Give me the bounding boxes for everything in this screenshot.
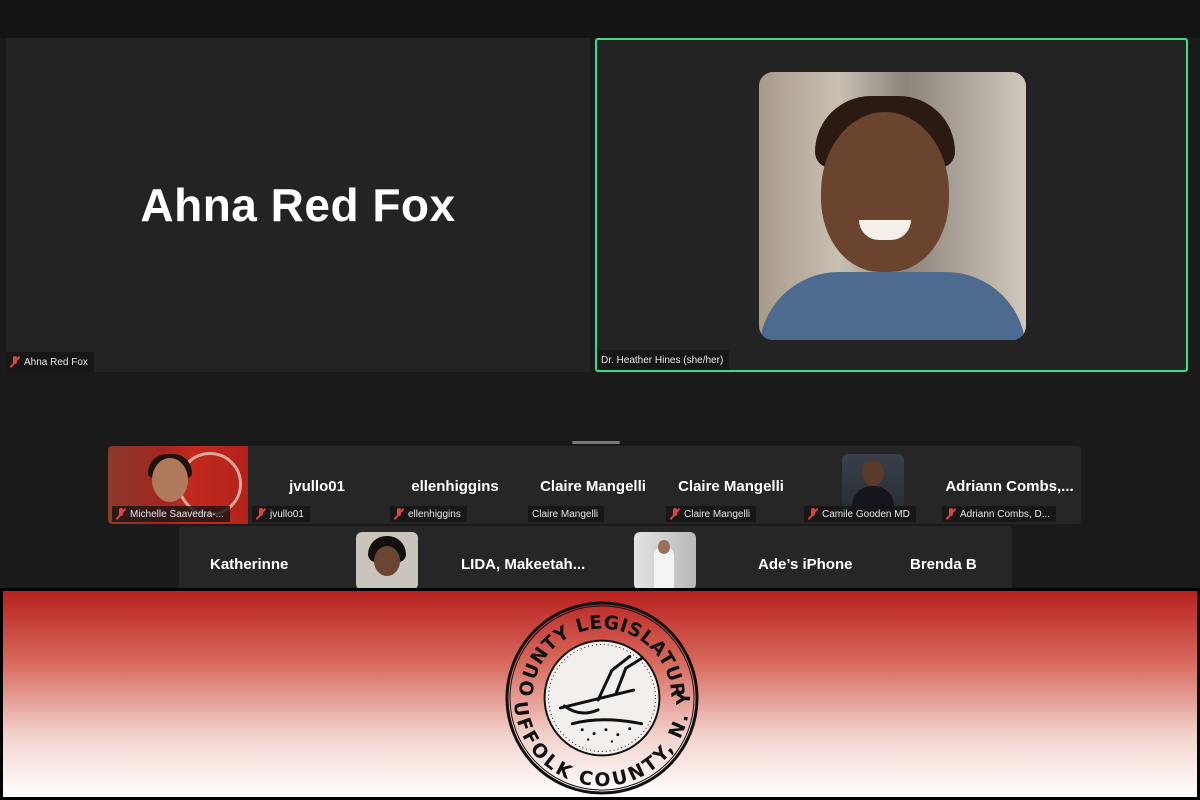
participant-display-name: Claire Mangelli	[678, 478, 784, 495]
participant-video-lida[interactable]	[356, 532, 418, 588]
participant-tag-label: Ahna Red Fox	[24, 356, 88, 368]
jacket-shape	[759, 272, 1026, 340]
video-tile-ahna[interactable]: Ahna Red Fox Ahna Red Fox	[6, 38, 590, 372]
participant-tag-label: ellenhiggins	[408, 508, 461, 520]
participant-display-name: Claire Mangelli	[540, 478, 646, 495]
participant-display-name: Ahna Red Fox	[140, 179, 456, 231]
participant-name-tag: ellenhiggins	[390, 506, 467, 522]
resize-handle[interactable]	[572, 441, 620, 444]
participant-name-tag: Camile Gooden MD	[804, 506, 916, 522]
participant-tag-label: jvullo01	[270, 508, 304, 520]
mic-muted-icon	[670, 508, 680, 520]
participant-tile-jvullo01[interactable]: jvullo01 jvullo01	[248, 446, 386, 524]
participant-tile-adriann-combs[interactable]: Adriann Combs,... Adriann Combs, D...	[938, 446, 1081, 524]
filmstrip-row-2: Katherinne LIDA, Makeetah... Ade’s iPhon…	[179, 526, 1012, 588]
participant-display-name: Adriann Combs,...	[945, 478, 1074, 495]
mic-muted-icon	[808, 508, 818, 520]
participant-tag-label: Dr. Heather Hines (she/her)	[601, 354, 724, 366]
participant-tile-claire-mangelli-2[interactable]: Claire Mangelli Claire Mangelli	[662, 446, 800, 524]
participant-tag-label: Claire Mangelli	[684, 508, 751, 520]
mic-muted-icon	[256, 508, 266, 520]
participant-display-name: jvullo01	[289, 478, 345, 495]
participant-tag-label: Adriann Combs, D...	[960, 508, 1051, 520]
video-tile-heather-active-speaker[interactable]: Dr. Heather Hines (she/her)	[595, 38, 1188, 372]
participant-tile-brenda-b[interactable]: Brenda B	[910, 556, 977, 573]
face-shape	[152, 458, 188, 502]
participant-tag-label: Claire Mangelli	[532, 508, 599, 520]
participant-tile-camile-gooden[interactable]: Camile Gooden MD	[800, 446, 938, 524]
participant-name-tag: Michelle Saavedra-...	[112, 506, 230, 522]
participant-tag-label: Michelle Saavedra-...	[130, 508, 224, 520]
participant-display-name: ellenhiggins	[411, 478, 499, 495]
participant-name-tag: Claire Mangelli	[666, 506, 757, 522]
footer-banner: COUNTY LEGISLATURE SUFFOLK COUNTY, N. Y.	[0, 588, 1200, 800]
county-legislature-seal-icon: COUNTY LEGISLATURE SUFFOLK COUNTY, N. Y.	[503, 599, 699, 795]
participant-tag-label: Camile Gooden MD	[822, 508, 910, 520]
participant-name-tag: Claire Mangelli	[528, 506, 605, 522]
banner-gradient: COUNTY LEGISLATURE SUFFOLK COUNTY, N. Y.	[3, 591, 1197, 797]
mic-muted-icon	[946, 508, 956, 520]
participant-name-tag: Dr. Heather Hines (she/her)	[597, 350, 730, 370]
participant-tile-katherinne[interactable]: Katherinne	[210, 556, 288, 573]
top-bar	[0, 0, 1200, 38]
filmstrip-row-1: Michelle Saavedra-... jvullo01 jvullo01 …	[108, 446, 1081, 524]
mic-muted-icon	[116, 508, 126, 520]
face-shape	[374, 546, 400, 576]
participant-name-tag: Adriann Combs, D...	[942, 506, 1057, 522]
face-shape	[862, 460, 884, 486]
face-shape	[658, 540, 670, 554]
participant-name-tag: jvullo01	[252, 506, 310, 522]
participant-video-ade[interactable]	[634, 532, 696, 588]
participant-tile-ellenhiggins[interactable]: ellenhiggins ellenhiggins	[386, 446, 524, 524]
meeting-window: Ahna Red Fox Ahna Red Fox Dr. Heather Hi…	[0, 0, 1200, 588]
mic-muted-icon	[394, 508, 404, 520]
participant-tile-michelle[interactable]: Michelle Saavedra-...	[108, 446, 248, 524]
face-shape	[821, 112, 949, 272]
participant-video	[842, 454, 904, 508]
participant-tile-lida-makeetah[interactable]: LIDA, Makeetah...	[461, 556, 585, 573]
participant-video	[759, 72, 1026, 340]
body-shape	[852, 486, 894, 508]
participant-name-tag: Ahna Red Fox	[6, 352, 94, 372]
mic-muted-icon	[10, 356, 20, 368]
participant-tile-claire-mangelli-1[interactable]: Claire Mangelli Claire Mangelli	[524, 446, 662, 524]
participant-tile-ades-iphone[interactable]: Ade’s iPhone	[758, 556, 852, 573]
